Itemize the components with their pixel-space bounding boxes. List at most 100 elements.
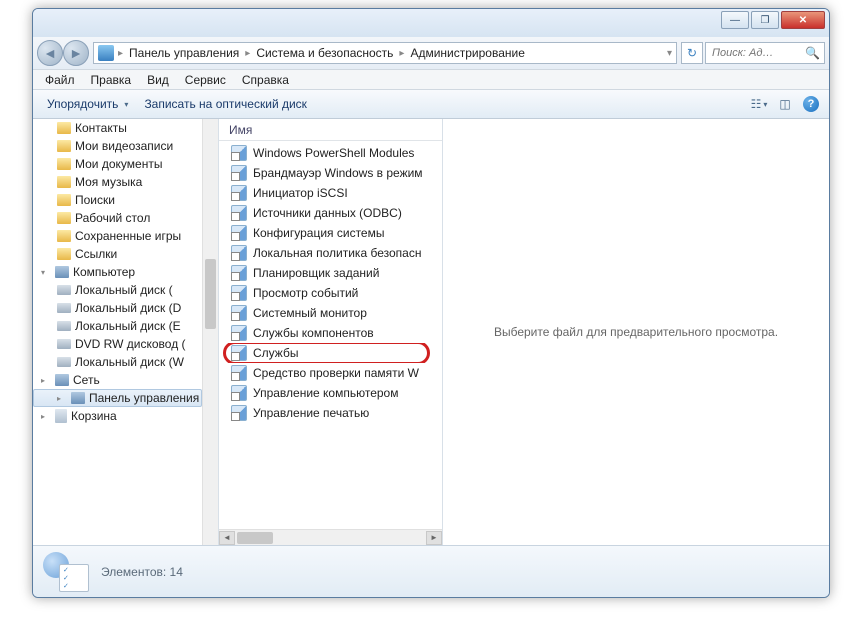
file-item-label: Просмотр событий (253, 286, 358, 300)
forward-button[interactable]: ► (63, 40, 89, 66)
menu-file[interactable]: Файл (37, 73, 83, 87)
chevron-right-icon[interactable]: ▸ (399, 48, 404, 59)
file-item[interactable]: Управление печатью (219, 403, 442, 423)
drive-icon (57, 303, 71, 313)
tree-item[interactable]: Сохраненные игры (33, 227, 202, 245)
breadcrumb-item[interactable]: Система и безопасность (252, 46, 397, 60)
scroll-track[interactable] (235, 531, 426, 545)
tree-item[interactable]: Поиски (33, 191, 202, 209)
comp-icon (55, 266, 69, 278)
file-item-label: Источники данных (ODBC) (253, 206, 402, 220)
organize-button[interactable]: Упорядочить (39, 94, 136, 114)
file-item[interactable]: Системный монитор (219, 303, 442, 323)
tree-item[interactable]: ▸Сеть (33, 371, 202, 389)
folder-icon (57, 140, 71, 152)
shortcut-icon (231, 285, 247, 301)
preview-placeholder: Выберите файл для предварительного просм… (494, 325, 778, 339)
tree-item[interactable]: Локальный диск ( (33, 281, 202, 299)
minimize-button[interactable]: — (721, 11, 749, 29)
chevron-down-icon[interactable]: ▾ (667, 48, 672, 59)
tree-item-label: Корзина (71, 409, 117, 423)
shortcut-icon (231, 345, 247, 361)
file-item[interactable]: Конфигурация системы (219, 223, 442, 243)
status-folder-icon (41, 552, 89, 592)
shortcut-icon (231, 245, 247, 261)
chevron-right-icon[interactable]: ▸ (41, 412, 51, 421)
breadcrumb-item[interactable]: Панель управления (125, 46, 243, 60)
file-item-label: Службы компонентов (253, 326, 374, 340)
h-scrollbar[interactable]: ◄ ► (219, 529, 442, 545)
shortcut-icon (231, 405, 247, 421)
folder-icon (57, 122, 71, 134)
tree-item[interactable]: Локальный диск (D (33, 299, 202, 317)
tree-item-label: Сохраненные игры (75, 229, 181, 243)
nav-tree[interactable]: Контакты Мои видеозаписи Мои документыМоя … (33, 119, 219, 545)
status-count: Элементов: 14 (101, 565, 183, 579)
comp-icon (55, 374, 69, 386)
file-item-label: Службы (253, 346, 298, 360)
view-mode-button[interactable]: ☷ (747, 93, 771, 115)
file-item[interactable]: Управление компьютером (219, 383, 442, 403)
tree-item-label: Локальный диск (W (75, 355, 184, 369)
chevron-down-icon[interactable]: ▾ (41, 268, 51, 277)
file-item-label: Планировщик заданий (253, 266, 379, 280)
file-item-label: Управление печатью (253, 406, 369, 420)
tree-item[interactable]: Локальный диск (E (33, 317, 202, 335)
breadcrumb-item[interactable]: Администрирование (406, 46, 528, 60)
tree-scroll-thumb[interactable] (205, 259, 216, 329)
menu-help[interactable]: Справка (234, 73, 297, 87)
help-button[interactable]: ? (799, 93, 823, 115)
file-item[interactable]: Службы компонентов (219, 323, 442, 343)
chevron-right-icon[interactable]: ▸ (118, 48, 123, 59)
scroll-left-button[interactable]: ◄ (219, 531, 235, 545)
burn-button[interactable]: Записать на оптический диск (136, 94, 315, 114)
back-button[interactable]: ◄ (37, 40, 63, 66)
folder-icon (57, 194, 71, 206)
refresh-button[interactable]: ↻ (681, 42, 703, 64)
tree-item-label: DVD RW дисковод ( (75, 337, 186, 351)
tree-item-label: Мои видеозаписи (75, 139, 173, 153)
close-button[interactable]: ✕ (781, 11, 825, 29)
search-icon[interactable]: 🔍 (805, 46, 820, 60)
file-item[interactable]: Локальная политика безопасн (219, 243, 442, 263)
tree-item[interactable]: Локальный диск (W (33, 353, 202, 371)
scroll-thumb[interactable] (237, 532, 273, 544)
tree-item[interactable]: Мои документы (33, 155, 202, 173)
file-item[interactable]: Источники данных (ODBC) (219, 203, 442, 223)
file-item[interactable]: Планировщик заданий (219, 263, 442, 283)
search-input[interactable] (710, 46, 798, 60)
file-item[interactable]: Средство проверки памяти W (219, 363, 442, 383)
breadcrumb[interactable]: ▸ Панель управления ▸ Система и безопасн… (93, 42, 677, 64)
chevron-right-icon[interactable]: ▸ (57, 394, 67, 403)
tree-item[interactable]: DVD RW дисковод ( (33, 335, 202, 353)
folder-icon (57, 230, 71, 242)
column-header-name[interactable]: Имя (219, 119, 442, 141)
tree-item[interactable]: Моя музыка (33, 173, 202, 191)
chevron-right-icon[interactable]: ▸ (245, 48, 250, 59)
tree-scrollbar[interactable] (202, 119, 218, 545)
menu-tools[interactable]: Сервис (177, 73, 234, 87)
tree-item[interactable]: Ссылки (33, 245, 202, 263)
menu-view[interactable]: Вид (139, 73, 177, 87)
comp-icon (71, 392, 85, 404)
file-item[interactable]: Просмотр событий (219, 283, 442, 303)
maximize-button[interactable]: ❐ (751, 11, 779, 29)
file-item[interactable]: Брандмауэр Windows в режим (219, 163, 442, 183)
file-item[interactable]: Инициатор iSCSI (219, 183, 442, 203)
tree-item[interactable]: Контакты (33, 119, 202, 137)
chevron-right-icon[interactable]: ▸ (41, 376, 51, 385)
tree-item-label: Рабочий стол (75, 211, 150, 225)
titlebar[interactable]: — ❐ ✕ (33, 9, 829, 37)
tree-item[interactable]: Рабочий стол (33, 209, 202, 227)
file-item[interactable]: Службы (219, 343, 442, 363)
folder-icon (57, 176, 71, 188)
tree-item[interactable]: ▸Панель управления (33, 389, 202, 407)
tree-item[interactable]: Мои видеозаписи (33, 137, 202, 155)
preview-pane-button[interactable]: ◫ (773, 93, 797, 115)
file-item[interactable]: Windows PowerShell Modules (219, 143, 442, 163)
search-box[interactable]: 🔍 (705, 42, 825, 64)
scroll-right-button[interactable]: ► (426, 531, 442, 545)
menu-edit[interactable]: Правка (83, 73, 140, 87)
tree-item[interactable]: ▾Компьютер (33, 263, 202, 281)
tree-item[interactable]: ▸ Корзина (33, 407, 202, 425)
